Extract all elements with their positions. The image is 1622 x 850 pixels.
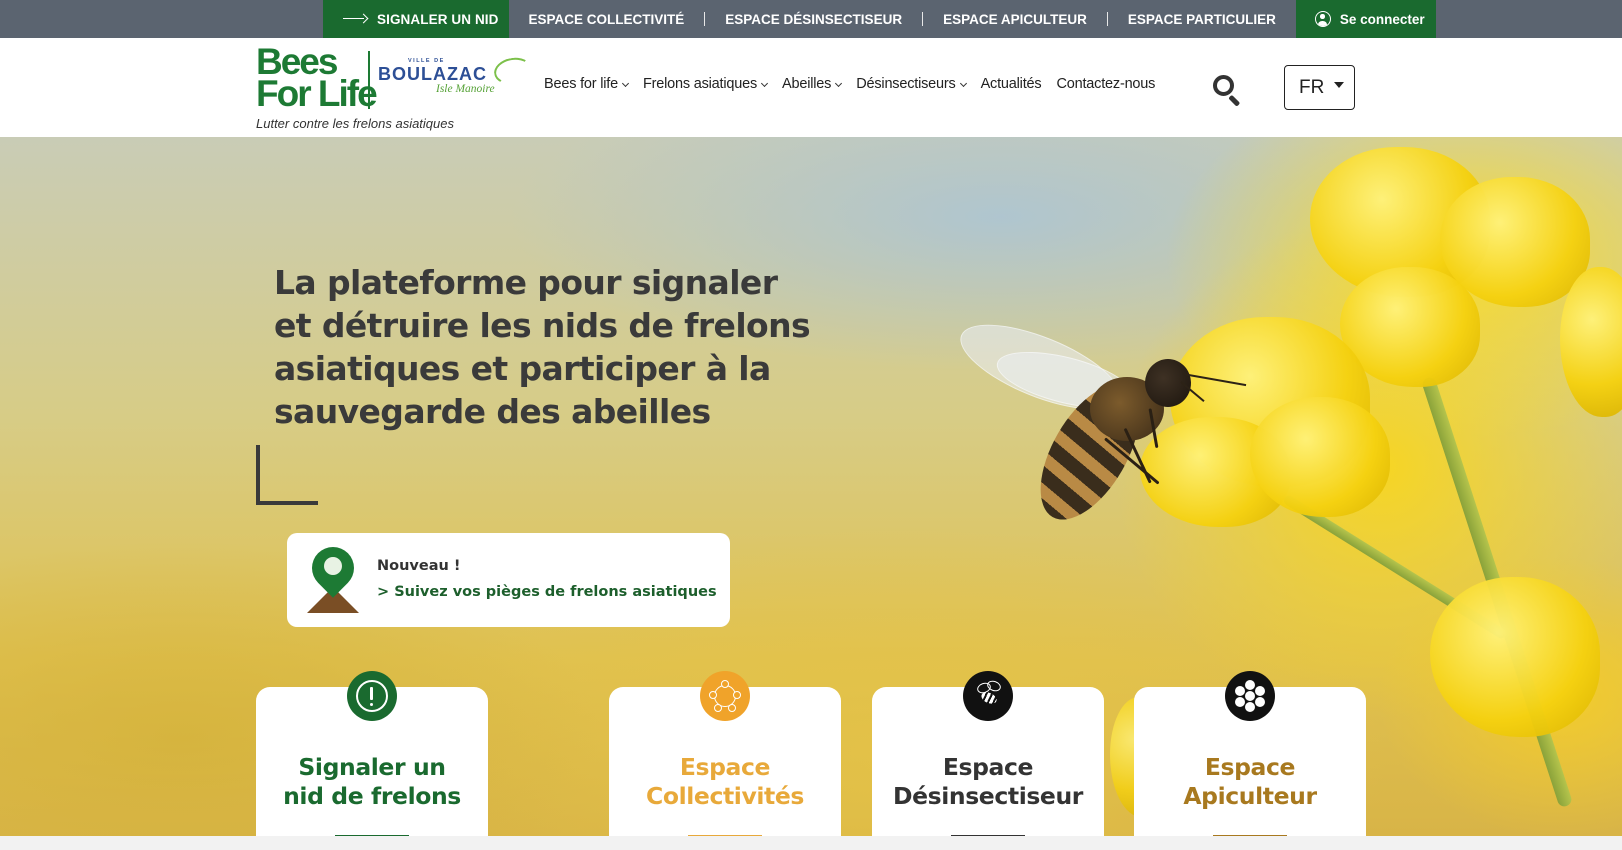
login-label: Se connecter <box>1339 11 1425 27</box>
bee-image <box>949 307 1285 577</box>
main-nav: Bees for life Frelons asiatiques Abeille… <box>544 76 1170 92</box>
nav-item-abeilles[interactable]: Abeilles <box>782 76 843 92</box>
card-title-line: Espace <box>942 753 1034 781</box>
divider <box>1106 12 1108 26</box>
caret-down-icon <box>1334 82 1344 88</box>
nav-item-bees-for-life[interactable]: Bees for life <box>544 76 630 92</box>
nav-label: Contactez-nous <box>1056 76 1156 92</box>
language-select[interactable]: FR <box>1284 65 1355 110</box>
search-button[interactable] <box>1211 73 1243 107</box>
site-tagline: Lutter contre les frelons asiatiques <box>256 116 454 131</box>
nav-item-actualites[interactable]: Actualités <box>981 76 1042 92</box>
divider <box>704 12 706 26</box>
user-icon <box>1314 11 1331 27</box>
bee-icon <box>963 671 1013 721</box>
language-value: FR <box>1299 76 1325 98</box>
logo-bees-for-life: Bees For Life <box>256 43 378 114</box>
nav-label: Abeilles <box>782 76 832 92</box>
site-header: Bees For Life VILLE DE BOULAZAC Isle Man… <box>0 38 1622 137</box>
link-espace-particulier[interactable]: ESPACE PARTICULIER <box>1128 12 1276 27</box>
bee-antenna <box>1182 373 1247 387</box>
nav-item-frelons-asiatiques[interactable]: Frelons asiatiques <box>642 76 769 92</box>
logo-city: BOULAZAC <box>378 64 487 84</box>
network-icon <box>700 671 750 721</box>
news-label: Nouveau ! <box>377 558 461 574</box>
card-title-line: Espace <box>679 753 771 781</box>
nav-item-desinsectiseurs[interactable]: Désinsectiseurs <box>856 76 967 92</box>
card-title-line: Apiculteur <box>1183 782 1317 810</box>
login-button[interactable]: Se connecter <box>1295 0 1436 38</box>
link-espace-apiculteur[interactable]: ESPACE APICULTEUR <box>943 12 1087 27</box>
card-espace-collectivites[interactable]: Espace Collectivités <box>609 671 841 837</box>
card-title-line: nid de frelons <box>283 782 461 810</box>
arrow-right-icon <box>343 14 367 24</box>
nav-label: Actualités <box>980 76 1042 92</box>
search-icon <box>1213 75 1234 96</box>
divider <box>922 12 924 26</box>
card-title: Espace Désinsectiseur <box>872 753 1104 811</box>
logo-forlife-text: For Life <box>256 73 378 114</box>
card-title: Signaler un nid de frelons <box>256 753 488 811</box>
title-corner-decoration <box>256 445 318 505</box>
top-utility-bar: SIGNALER UN NID ESPACE COLLECTIVITÉ ESPA… <box>0 0 1622 38</box>
card-title: Espace Collectivités <box>609 753 841 811</box>
space-links: ESPACE COLLECTIVITÉ ESPACE DÉSINSECTISEU… <box>509 0 1296 38</box>
report-nest-label: SIGNALER UN NID <box>377 11 499 27</box>
trap-pin-icon <box>303 538 363 613</box>
site-logo[interactable]: Bees For Life VILLE DE BOULAZAC Isle Man… <box>256 43 536 126</box>
leaf-icon <box>492 54 534 88</box>
exclamation-icon <box>347 671 397 721</box>
nav-label: Désinsectiseurs <box>856 76 956 92</box>
link-espace-desinsectiseur[interactable]: ESPACE DÉSINSECTISEUR <box>725 12 902 27</box>
card-title-line: Collectivités <box>646 782 804 810</box>
flower-petal <box>1430 577 1600 737</box>
honeycomb-icon <box>1225 671 1275 721</box>
chevron-down-icon <box>761 79 769 87</box>
news-traps-link[interactable]: > Suivez vos pièges de frelons asiatique… <box>377 584 717 600</box>
chevron-down-icon <box>835 79 843 87</box>
card-title-line: Espace <box>1204 753 1296 781</box>
nav-label: Frelons asiatiques <box>642 76 758 92</box>
hero-section: La plateforme pour signaler et détruire … <box>0 137 1622 837</box>
nav-label: Bees for life <box>544 76 618 92</box>
card-espace-apiculteur[interactable]: Espace Apiculteur <box>1134 671 1366 837</box>
card-title-line: Signaler un <box>298 753 446 781</box>
chevron-down-icon <box>621 79 630 87</box>
logo-divider <box>368 51 370 109</box>
hero-title-part: asiatiques et participer à la sauvegarde… <box>274 349 771 431</box>
hero-title: La plateforme pour signaler et détruire … <box>274 261 814 433</box>
link-espace-collectivite[interactable]: ESPACE COLLECTIVITÉ <box>529 12 685 27</box>
card-title-line: Désinsectiseur <box>892 782 1083 810</box>
news-card: Nouveau ! > Suivez vos pièges de frelons… <box>287 533 730 627</box>
card-title: Espace Apiculteur <box>1134 753 1366 811</box>
logo-city-sub: Isle Manoire <box>436 83 495 95</box>
page-bottom-strip <box>0 836 1622 850</box>
nav-item-contact[interactable]: Contactez-nous <box>1056 76 1155 92</box>
chevron-down-icon <box>959 79 967 87</box>
search-icon-handle <box>1228 94 1241 107</box>
card-espace-desinsectiseur[interactable]: Espace Désinsectiseur <box>872 671 1104 837</box>
card-signaler-nid[interactable]: Signaler un nid de frelons <box>256 671 488 837</box>
flower-petal <box>1560 267 1622 417</box>
hero-title-part: La plateforme pour <box>274 263 632 302</box>
report-nest-button[interactable]: SIGNALER UN NID <box>323 0 509 38</box>
